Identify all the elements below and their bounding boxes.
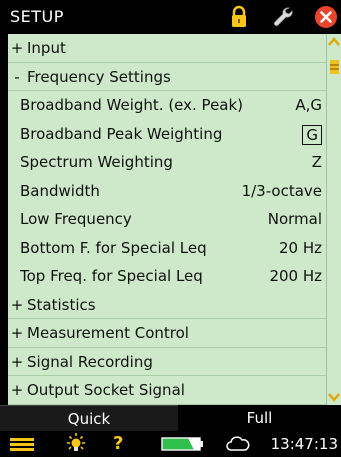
section-label: Frequency Settings xyxy=(27,67,171,86)
param-label: Top Freq. for Special Leq xyxy=(20,267,203,285)
battery-icon xyxy=(161,437,203,451)
scroll-up-icon[interactable] xyxy=(327,34,341,50)
param-label: Broadband Weight. (ex. Peak) xyxy=(20,96,244,114)
section-output-socket-signal[interactable]: + Output Socket Signal xyxy=(8,376,326,405)
scroll-thumb[interactable] xyxy=(330,60,339,74)
param-label: Low Frequency xyxy=(20,210,132,228)
param-value[interactable]: A,G xyxy=(295,91,322,120)
cloud-icon xyxy=(226,436,250,451)
menu-icon[interactable] xyxy=(8,431,36,457)
param-broadband-peak-weighting[interactable]: Broadband Peak Weighting G xyxy=(8,120,326,149)
lightbulb-icon[interactable] xyxy=(64,431,88,457)
vertical-scrollbar[interactable] xyxy=(326,34,341,405)
section-label: Statistics xyxy=(27,295,96,314)
close-icon[interactable] xyxy=(313,4,339,30)
param-value[interactable]: Z xyxy=(312,148,322,177)
section-measurement-control[interactable]: + Measurement Control xyxy=(8,319,326,348)
param-bottom-freq-special-leq[interactable]: Bottom F. for Special Leq 20 Hz xyxy=(8,234,326,263)
section-label: Signal Recording xyxy=(27,352,153,371)
section-input[interactable]: + Input xyxy=(8,34,326,63)
param-value[interactable]: 1/3-octave xyxy=(242,177,322,206)
param-broadband-weight[interactable]: Broadband Weight. (ex. Peak) A,G xyxy=(8,91,326,120)
tab-quick[interactable]: Quick xyxy=(0,405,178,431)
param-value[interactable]: 200 Hz xyxy=(269,262,322,291)
expand-toggle[interactable]: + xyxy=(9,348,25,377)
param-label: Bottom F. for Special Leq xyxy=(20,238,207,257)
param-spectrum-weighting[interactable]: Spectrum Weighting Z xyxy=(8,148,326,177)
expand-toggle[interactable]: + xyxy=(9,319,25,348)
help-icon[interactable]: ? xyxy=(113,431,129,457)
lock-icon[interactable] xyxy=(226,4,252,30)
tab-full[interactable]: Full xyxy=(178,405,341,431)
section-label: Input xyxy=(27,39,66,57)
param-low-frequency[interactable]: Low Frequency Normal xyxy=(8,205,326,234)
param-bandwidth[interactable]: Bandwidth 1/3-octave xyxy=(8,177,326,206)
section-label: Output Socket Signal xyxy=(27,381,185,399)
tab-bar: Quick Full xyxy=(0,405,341,431)
param-label: Bandwidth xyxy=(20,181,100,200)
expand-toggle[interactable]: + xyxy=(9,291,25,320)
param-value-selected[interactable]: G xyxy=(302,124,322,145)
param-top-freq-special-leq[interactable]: Top Freq. for Special Leq 200 Hz xyxy=(8,262,326,291)
section-signal-recording[interactable]: + Signal Recording xyxy=(8,348,326,377)
param-value[interactable]: Normal xyxy=(268,205,322,234)
clock-time: 13:47:13 xyxy=(270,435,338,453)
expand-toggle[interactable]: + xyxy=(9,376,25,405)
section-label: Measurement Control xyxy=(27,324,189,342)
wrench-icon[interactable] xyxy=(270,4,296,30)
window-title: SETUP xyxy=(10,7,64,26)
section-frequency-settings[interactable]: - Frequency Settings xyxy=(8,63,326,92)
setup-tree-list: + Input - Frequency Settings Broadband Wei… xyxy=(8,34,326,405)
param-label: Broadband Peak Weighting xyxy=(20,124,223,143)
param-label: Spectrum Weighting xyxy=(20,153,173,171)
param-value[interactable]: 20 Hz xyxy=(279,234,322,263)
expand-toggle[interactable]: + xyxy=(9,34,25,63)
section-statistics[interactable]: + Statistics xyxy=(8,291,326,320)
collapse-toggle[interactable]: - xyxy=(9,63,25,92)
title-bar: SETUP xyxy=(0,0,341,34)
status-bar: ? 13:47:13 xyxy=(0,431,341,457)
scroll-down-icon[interactable] xyxy=(327,389,341,405)
